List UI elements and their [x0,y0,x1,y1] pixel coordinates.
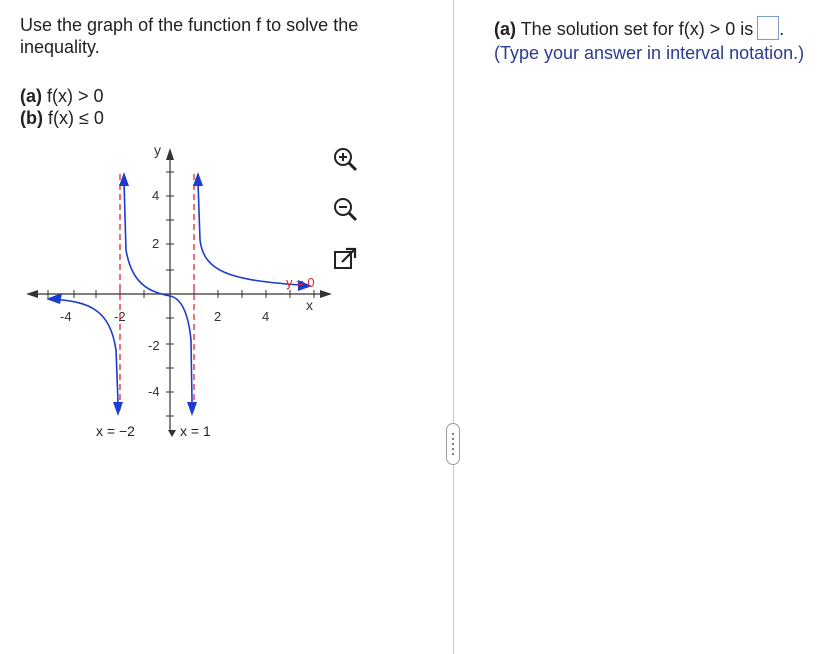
y-tick-label: -4 [148,384,160,399]
answer-end: . [779,19,785,39]
y-axis-arrow-up [166,148,174,160]
answer-line: (a) The solution set for f(x) > 0 is. [494,16,824,41]
y-tick-label: 2 [152,236,159,251]
x-axis-label: x [306,297,313,313]
part-a-label: (a) [20,86,42,106]
handle-dot [452,453,454,455]
pane-divider [453,0,454,654]
zoom-in-icon[interactable] [332,146,358,172]
horizontal-asymptote-label: y = 0 [286,275,315,290]
asymptote-right-pointer [168,430,176,437]
answer-part-label: (a) [494,19,516,39]
curve-arrow-down-left [113,402,123,416]
handle-dot [452,438,454,440]
curve-middle-branch [123,181,193,403]
y-axis-label: y [154,142,161,158]
part-b: (b) f(x) ≤ 0 [20,107,104,129]
curve-arrow-down-middle [187,402,197,416]
x-tick-label: 2 [214,309,221,324]
part-a: (a) f(x) > 0 [20,85,104,107]
asymptote-left-label: x = −2 [96,423,135,439]
answer-text: The solution set for f(x) > 0 is [520,19,754,39]
question-prompt: Use the graph of the function f to solve… [20,15,359,57]
x-axis-arrow-right [320,290,332,298]
zoom-out-icon[interactable] [332,196,358,222]
x-tick-label: 4 [262,309,269,324]
handle-dot [452,443,454,445]
part-a-text: f(x) > 0 [47,86,104,106]
y-tick-label: -2 [148,338,160,353]
handle-dot [452,433,454,435]
answer-hint: (Type your answer in interval notation.) [494,43,805,63]
x-axis-arrow-left [26,290,38,298]
graph-svg: -4 -2 2 4 4 2 -2 -4 y x x = −2 [26,142,332,439]
answer-input-box[interactable] [757,16,780,40]
function-graph: -4 -2 2 4 4 2 -2 -4 y x x = −2 [20,140,350,450]
external-link-icon[interactable] [332,246,358,272]
question-parts: (a) f(x) > 0 (b) f(x) ≤ 0 [20,85,104,129]
y-tick-label: 4 [152,188,159,203]
x-tick-label: -4 [60,309,72,324]
answer-pane: (a) The solution set for f(x) > 0 is. (T… [494,16,824,65]
part-b-text: f(x) ≤ 0 [48,108,104,128]
curve-right-branch [197,181,301,286]
asymptote-right-label: x = 1 [180,423,211,439]
question-pane: Use the graph of the function f to solve… [0,0,453,654]
handle-dot [452,448,454,450]
part-b-label: (b) [20,108,43,128]
pane-resize-handle[interactable] [446,423,460,465]
